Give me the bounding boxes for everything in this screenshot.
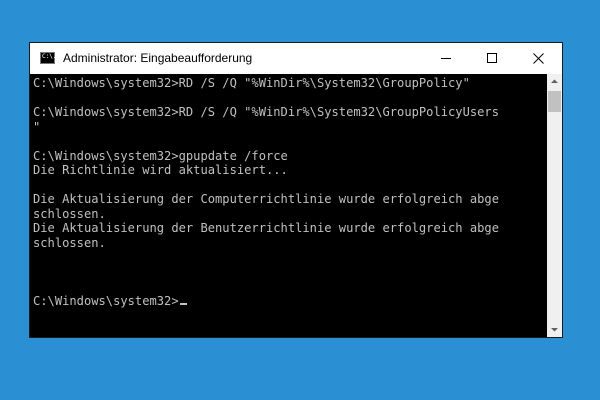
title-bar[interactable]: C:\. Administrator: Eingabeaufforderung: [30, 43, 562, 74]
console-line: schlossen.: [33, 235, 106, 250]
vertical-scrollbar[interactable]: [547, 74, 562, 337]
cmd-icon[interactable]: C:\.: [40, 52, 57, 64]
console-output[interactable]: C:\Windows\system32>RD /S /Q "%WinDir%\S…: [30, 74, 547, 337]
console-line: C:\Windows\system32>gpupdate /force: [33, 148, 288, 163]
maximize-icon: [487, 53, 497, 63]
close-button[interactable]: [516, 43, 562, 74]
text-cursor: [179, 302, 187, 305]
console-line: Die Aktualisierung der Benutzerrichtlini…: [33, 221, 499, 235]
console-line: C:\Windows\system32>RD /S /Q "%WinDir%\S…: [33, 76, 470, 90]
chevron-up-icon: [551, 79, 558, 83]
maximize-button[interactable]: [470, 43, 516, 74]
console-line: Die Aktualisierung der Computerrichtlini…: [33, 192, 499, 206]
cmd-icon-glyph: C:\.: [42, 53, 57, 60]
minimize-button[interactable]: [424, 43, 470, 74]
prompt-text: C:\Windows\system32>: [33, 293, 179, 308]
minimize-icon: [441, 58, 451, 59]
chevron-down-icon: [551, 328, 558, 332]
scroll-up-button[interactable]: [547, 74, 562, 89]
console-line: schlossen.: [33, 206, 106, 221]
window-title: Administrator: Eingabeaufforderung: [63, 51, 253, 65]
console-text: C:\Windows\system32>RD /S /Q "%WinDir%\S…: [33, 76, 499, 308]
scroll-down-button[interactable]: [547, 322, 562, 337]
console-line: Die Richtlinie wird aktualisiert...: [33, 163, 288, 177]
console-line: ": [33, 119, 41, 134]
console-line: C:\Windows\system32>RD /S /Q "%WinDir%\S…: [33, 105, 499, 119]
close-icon: [533, 53, 544, 64]
cmd-window: C:\. Administrator: Eingabeaufforderung …: [29, 42, 563, 338]
prompt-line[interactable]: C:\Windows\system32>: [33, 294, 499, 309]
scroll-thumb[interactable]: [548, 91, 561, 112]
